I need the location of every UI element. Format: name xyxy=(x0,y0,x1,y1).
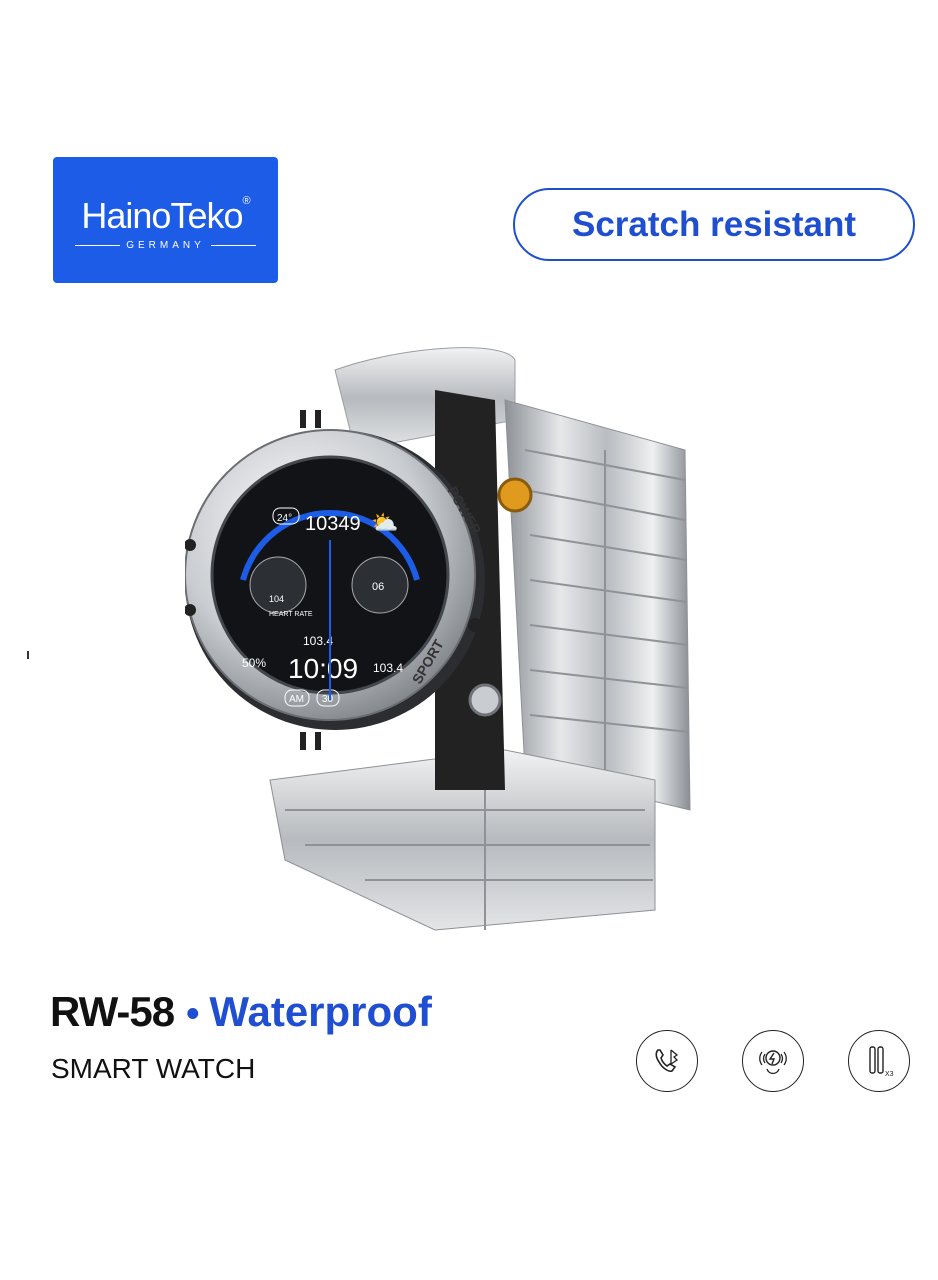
top-value: 103.4 xyxy=(303,634,333,648)
heart-rate-value: 104 xyxy=(269,594,284,604)
right-value: 103.4 xyxy=(373,661,403,675)
step-count: 10349 xyxy=(305,513,361,535)
feature-text: Waterproof xyxy=(209,988,432,1035)
watch-time: 10:09 xyxy=(288,653,358,684)
logo-rule-left xyxy=(75,245,121,246)
brand-logo: HainoTeko® GERMANY xyxy=(53,157,278,283)
pins-count-label: X3 xyxy=(885,1071,894,1078)
edge-mark xyxy=(27,651,29,659)
brand-name: HainoTeko xyxy=(81,195,243,236)
bullet: • xyxy=(186,993,200,1035)
weather-icon: ⛅ xyxy=(371,510,398,535)
bluetooth-call-icon xyxy=(636,1030,698,1092)
product-subtitle: SMART WATCH xyxy=(51,1053,256,1084)
brand-subtitle: GERMANY xyxy=(126,240,205,251)
strap-pins-icon: X3 xyxy=(848,1030,910,1092)
scratch-resistant-badge: Scratch resistant xyxy=(513,188,915,261)
battery-level: 50% xyxy=(242,656,266,670)
dial-value: 06 xyxy=(372,581,384,593)
model-number: RW-58 xyxy=(50,988,175,1035)
heart-rate-label: HEART RATE xyxy=(269,611,313,618)
am-pm: AM xyxy=(289,694,304,705)
date: 30 xyxy=(322,694,334,705)
logo-rule-right xyxy=(210,245,256,246)
product-title: RW-58 • Waterproof xyxy=(50,988,461,1036)
temperature: 24° xyxy=(277,513,292,524)
badge-label: Scratch resistant xyxy=(571,204,857,244)
smartwatch-image: POWER SPORT HEART RATE 104 06 24° 10349 … xyxy=(185,347,691,931)
wireless-charging-icon xyxy=(742,1030,804,1092)
registered-mark: ® xyxy=(242,195,251,207)
